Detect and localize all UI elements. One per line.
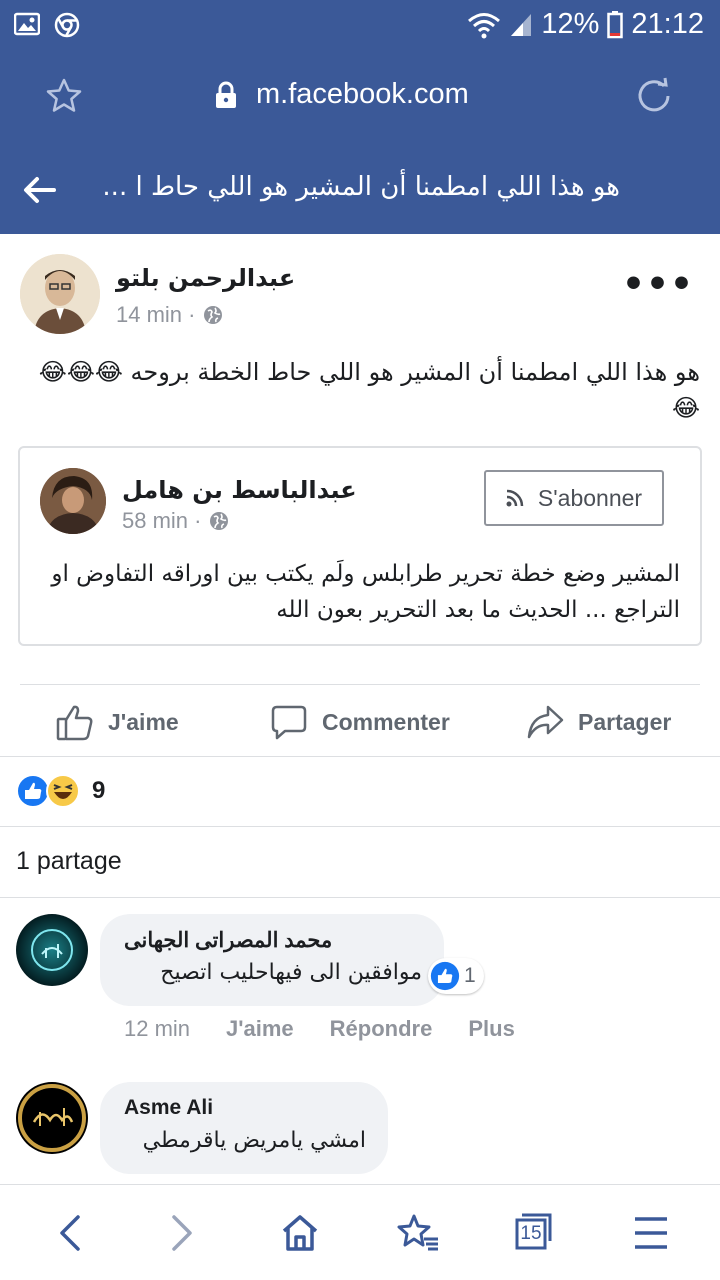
subscribe-button[interactable]: S'abonner — [484, 470, 664, 526]
back-arrow-icon[interactable] — [22, 172, 58, 208]
bookmarks-icon[interactable] — [396, 1213, 440, 1253]
reload-icon[interactable] — [634, 76, 674, 116]
comment-bubble: Asme Ali امشي يامريض ياقرمطي — [100, 1082, 388, 1174]
page-title-bar: هو هذا اللي امطمنا أن المشير هو اللي حاط… — [0, 150, 720, 234]
shared-author-avatar[interactable] — [40, 468, 106, 534]
signal-icon — [511, 13, 532, 36]
nav-back-icon[interactable] — [52, 1213, 88, 1253]
author-name[interactable]: عبدالرحمن بلتو — [116, 264, 295, 292]
comment-text: امشي يامريض ياقرمطي — [142, 1128, 366, 1153]
address-field[interactable]: m.facebook.com — [214, 78, 469, 111]
commenter-name[interactable]: محمد المصراتى الجهانى — [124, 928, 332, 953]
globe-icon — [204, 306, 223, 324]
commenter-avatar[interactable] — [16, 914, 88, 986]
post-time[interactable]: 14 min · — [116, 302, 195, 328]
comment-like-number: 1 — [464, 964, 476, 987]
reactions-summary[interactable]: 9 — [0, 756, 720, 826]
globe-icon — [210, 512, 229, 530]
share-label: Partager — [578, 708, 672, 735]
bottom-nav: 15 — [0, 1184, 720, 1280]
comment-like-link[interactable]: J'aime — [226, 1016, 294, 1042]
comment-icon — [271, 705, 307, 740]
chrome-icon — [54, 12, 80, 38]
like-reaction-icon — [430, 961, 460, 991]
lock-icon — [216, 81, 236, 108]
share-button[interactable]: Partager — [526, 703, 671, 741]
post-actions: J'aime Commenter Partager — [20, 684, 700, 758]
like-label: J'aime — [108, 708, 179, 735]
shares-label: 1 partage — [16, 847, 122, 875]
comment-like-count[interactable]: 1 — [428, 958, 484, 994]
comment-bubble: محمد المصراتى الجهانى موافقين الى فيهاحل… — [100, 914, 484, 1006]
clock: 21:12 — [631, 8, 704, 40]
shared-author-name[interactable]: عبدالباسط بن هامل — [122, 476, 357, 504]
comment-reply-link[interactable]: Répondre — [330, 1016, 433, 1042]
subscribe-label: S'abonner — [537, 484, 643, 511]
comment-label: Commenter — [322, 708, 450, 735]
gallery-icon — [14, 12, 40, 36]
url-text: m.facebook.com — [256, 78, 469, 110]
like-button[interactable]: J'aime — [56, 703, 179, 741]
comment-more-link[interactable]: Plus — [468, 1016, 514, 1042]
bookmark-star-icon[interactable] — [44, 76, 84, 116]
browser-chrome: 12% 21:12 m.facebook.com هو هذا اللي امط… — [0, 0, 720, 234]
thumbs-up-icon — [56, 705, 93, 741]
battery-percent: 12% — [541, 8, 600, 40]
shares-count[interactable]: 1 partage — [0, 826, 720, 898]
menu-icon[interactable] — [632, 1213, 670, 1253]
haha-reaction-icon — [46, 774, 80, 808]
shared-post-text: المشير وضع خطة تحرير طرابلس ولَم يكتب بي… — [51, 561, 680, 623]
tabs-count: 15 — [520, 1223, 542, 1244]
comment-text: موافقين الى فيهاحليب اتصيح — [160, 960, 422, 985]
reactions-count: 9 — [92, 777, 106, 804]
wifi-icon — [468, 12, 501, 38]
like-reaction-icon — [16, 774, 50, 808]
post-meta: 14 min · — [116, 302, 223, 328]
more-options-icon[interactable]: ••• — [622, 267, 694, 303]
commenter-avatar[interactable] — [16, 1082, 88, 1154]
home-icon[interactable] — [280, 1213, 320, 1253]
rss-icon — [506, 489, 524, 507]
commenter-name[interactable]: Asme Ali — [124, 1096, 213, 1120]
share-arrow-icon — [527, 705, 564, 739]
shared-meta: 58 min · — [122, 508, 229, 534]
tabs-button[interactable]: 15 — [514, 1211, 554, 1251]
status-bar: 12% 21:12 — [0, 0, 720, 50]
post-text: هو هذا اللي امطمنا أن المشير هو اللي حاط… — [38, 358, 700, 422]
page-title: هو هذا اللي امطمنا أن المشير هو اللي حاط… — [102, 172, 620, 202]
shared-post[interactable]: عبدالباسط بن هامل 58 min · S'abonner الم… — [18, 446, 702, 646]
author-avatar[interactable] — [20, 254, 100, 334]
comment-actions: 12 min J'aime Répondre Plus — [124, 1016, 515, 1042]
comment-time[interactable]: 12 min — [124, 1016, 190, 1042]
nav-forward-icon[interactable] — [164, 1213, 200, 1253]
shared-time[interactable]: 58 min · — [122, 508, 201, 534]
url-bar: m.facebook.com — [0, 56, 720, 136]
battery-icon — [607, 10, 624, 38]
